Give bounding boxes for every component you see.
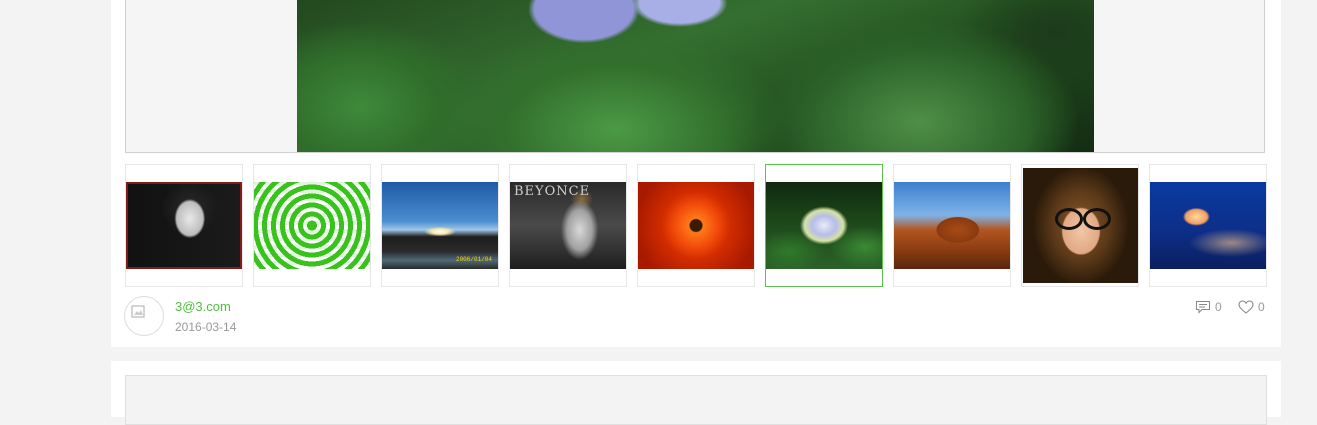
beyonce-overlay: BEYONCE <box>514 184 591 199</box>
post-meta: 3@3.com 2016-03-14 0 0 <box>124 296 1267 338</box>
thumb-green-squares[interactable] <box>253 164 371 287</box>
post-stats: 0 0 <box>1195 299 1267 315</box>
image-viewer <box>125 0 1265 153</box>
next-post-card <box>111 361 1281 425</box>
sunset-stamp: 2006/01/04 <box>455 256 492 263</box>
thumb-sunset[interactable]: 2006/01/04 <box>381 164 499 287</box>
author-link[interactable]: 3@3.com <box>175 299 231 314</box>
thumb-audrey[interactable] <box>125 164 243 287</box>
thumb-chrysanthemum[interactable] <box>637 164 755 287</box>
likes-count[interactable]: 0 <box>1238 299 1267 315</box>
main-photo[interactable] <box>297 0 1094 152</box>
avatar[interactable] <box>124 296 164 336</box>
post-date: 2016-03-14 <box>175 320 237 334</box>
likes-value: 0 <box>1258 300 1265 314</box>
broken-image-icon <box>131 305 145 318</box>
comments-value: 0 <box>1215 300 1222 314</box>
comment-icon <box>1196 301 1210 314</box>
next-post-image-placeholder <box>125 375 1267 425</box>
thumb-beyonce[interactable]: BEYONCE <box>509 164 627 287</box>
thumbnail-strip: 2006/01/04 BEYONCE <box>125 164 1267 287</box>
thumb-girl[interactable] <box>1021 164 1139 287</box>
post-card: 2006/01/04 BEYONCE 3@3.com 2016-03-14 0 … <box>111 0 1281 347</box>
thumb-jellyfish[interactable] <box>1149 164 1267 287</box>
heart-icon <box>1238 300 1254 314</box>
thumb-hydrangea[interactable] <box>765 164 883 287</box>
comments-count[interactable]: 0 <box>1195 299 1225 315</box>
thumb-desert[interactable] <box>893 164 1011 287</box>
